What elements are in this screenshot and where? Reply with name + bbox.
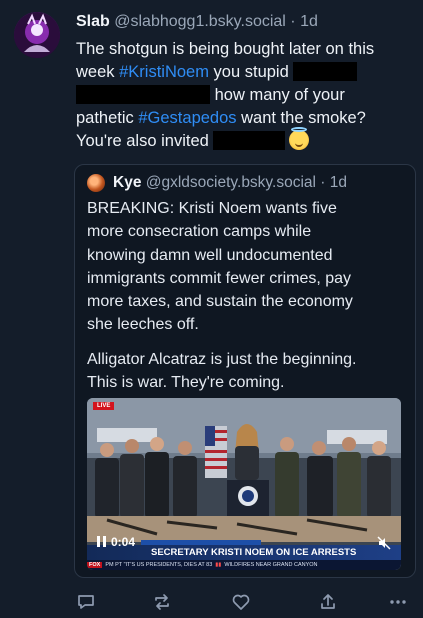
chyron-headline: SECRETARY KRISTI NOEM ON ICE ARRESTS bbox=[151, 547, 357, 558]
repost-icon bbox=[155, 594, 169, 610]
redaction-bar bbox=[213, 131, 286, 150]
like-icon bbox=[232, 594, 250, 610]
ticker-separator: ▮▮ bbox=[215, 562, 222, 568]
hashtag-link[interactable]: #KristiNoem bbox=[119, 63, 209, 81]
post-text-line-4b: want the smoke? bbox=[236, 109, 366, 127]
author-avatar[interactable] bbox=[14, 12, 60, 58]
quoted-text-line: BREAKING: Kristi Noem wants five bbox=[87, 200, 337, 217]
redaction-bar bbox=[76, 85, 210, 104]
quoted-text-line: more taxes, and sustain the economy bbox=[87, 293, 353, 311]
more-options-button[interactable] bbox=[388, 592, 408, 612]
quoted-post-body-2: Alligator Alcatraz is just the beginning… bbox=[87, 348, 407, 394]
author-handle[interactable]: @slabhogg1.bsky.social bbox=[114, 13, 286, 30]
repost-button[interactable] bbox=[152, 592, 172, 612]
network-logo: FOX bbox=[87, 562, 103, 568]
quoted-text-line: This is war. They're coming. bbox=[87, 374, 285, 391]
post-text-line-5: You're also invited bbox=[76, 132, 209, 150]
share-icon bbox=[321, 594, 335, 609]
video-controls: 0:04 bbox=[97, 534, 135, 549]
share-button[interactable] bbox=[318, 592, 338, 612]
post-body: The shotgun is being bought later on thi… bbox=[76, 38, 408, 153]
ticker-item: WILDFIRES NEAR GRAND CANYON bbox=[224, 562, 318, 568]
post-text-line-3: how many of your bbox=[214, 86, 345, 104]
post-timestamp[interactable]: 1d bbox=[300, 13, 318, 30]
like-button[interactable] bbox=[231, 592, 251, 612]
ticker-time: PM PT bbox=[105, 562, 123, 568]
quoted-text-line: Alligator Alcatraz is just the beginning… bbox=[87, 351, 357, 368]
more-icon bbox=[390, 600, 406, 604]
post-text-line-2b: you stupid bbox=[208, 63, 289, 81]
reply-icon bbox=[78, 595, 94, 609]
post-text-line-4: pathetic bbox=[76, 109, 139, 127]
quoted-text-line: immigrants commit fewer crimes, pay bbox=[87, 269, 352, 287]
post-text-line-2: week bbox=[76, 63, 120, 81]
pause-icon[interactable] bbox=[97, 536, 106, 547]
quoted-text-line: more consecration camps while bbox=[87, 223, 312, 241]
quoted-author-handle[interactable]: @gxldsociety.bsky.social bbox=[146, 174, 316, 191]
post-text-line-1: The shotgun is being bought later on thi… bbox=[76, 40, 375, 58]
quoted-text-line: she leeches off. bbox=[87, 316, 199, 334]
mute-icon[interactable] bbox=[377, 536, 391, 550]
author-name[interactable]: Slab bbox=[76, 13, 110, 30]
quoted-text-line: knowing damn well undocumented bbox=[87, 246, 333, 264]
separator-dot: · bbox=[290, 13, 296, 30]
post-header: Slab @slabhogg1.bsky.social · 1d bbox=[76, 12, 318, 32]
quoted-post-body: BREAKING: Kristi Noem wants five more co… bbox=[87, 197, 407, 337]
quoted-post-timestamp[interactable]: 1d bbox=[330, 174, 347, 191]
post-actions bbox=[74, 592, 414, 614]
live-badge: LIVE bbox=[93, 402, 115, 410]
post-card[interactable]: Slab @slabhogg1.bsky.social · 1d The sho… bbox=[0, 0, 423, 618]
video-player[interactable]: LIVE SECRETARY KRISTI NOEM ON ICE ARREST… bbox=[87, 398, 401, 570]
quoted-post[interactable]: Kye @gxldsociety.bsky.social · 1d BREAKI… bbox=[74, 164, 416, 578]
redaction-bar bbox=[293, 62, 358, 81]
hashtag-link[interactable]: #Gestapedos bbox=[138, 109, 236, 127]
quoted-author-avatar[interactable] bbox=[87, 174, 105, 192]
separator-dot: · bbox=[320, 174, 326, 191]
quoted-author-name[interactable]: Kye bbox=[113, 174, 141, 191]
halo-smile-emoji-icon bbox=[289, 127, 310, 150]
reply-button[interactable] bbox=[76, 592, 96, 612]
video-time: 0:04 bbox=[111, 534, 136, 549]
chyron-ticker: FOX PM PT "IT'S US PRESIDENTS, DIES AT 83… bbox=[87, 560, 401, 570]
ticker-item: "IT'S US PRESIDENTS, DIES AT 83 bbox=[123, 562, 213, 568]
quoted-post-header: Kye @gxldsociety.bsky.social · 1d bbox=[113, 173, 347, 193]
